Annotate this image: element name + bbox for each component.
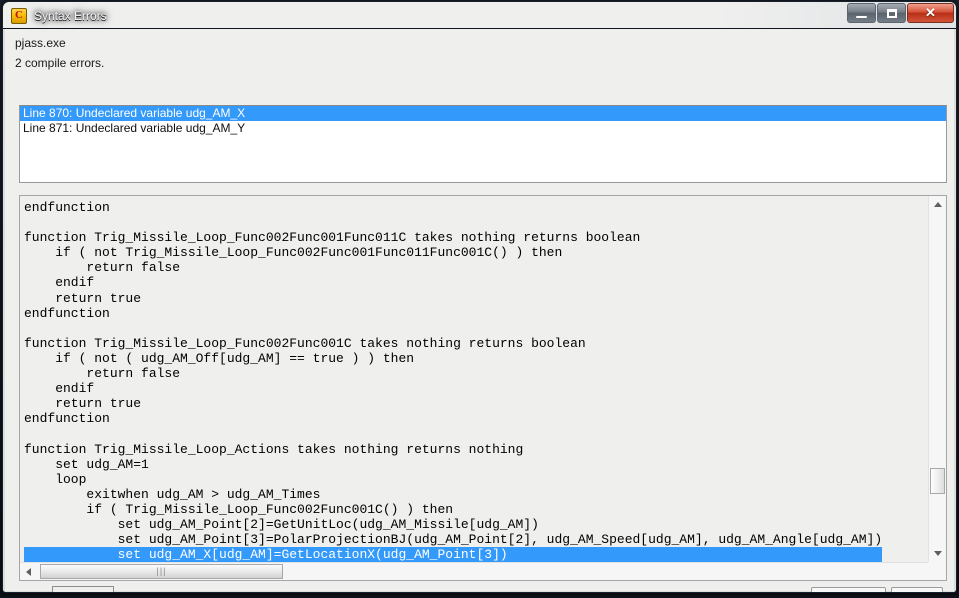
maximize-button[interactable] — [877, 3, 906, 23]
code-scroll-area[interactable]: endfunction function Trig_Missile_Loop_F… — [20, 196, 928, 562]
vertical-scrollbar-thumb[interactable] — [930, 468, 945, 494]
horizontal-scrollbar-thumb[interactable]: ||| — [40, 564, 283, 579]
dialog-client-area: pjass.exe 2 compile errors. Line 870: Un… — [3, 29, 956, 592]
code-line: return false — [24, 260, 181, 276]
code-line: return false — [24, 366, 181, 382]
compile-summary: pjass.exe 2 compile errors. — [15, 36, 104, 76]
chevron-up-icon — [933, 202, 942, 207]
close-button[interactable]: ✕ — [907, 3, 954, 23]
code-line: function Trig_Missile_Loop_Func002Func00… — [24, 230, 641, 246]
code-line: if ( not ( udg_AM_Off[udg_AM] == true ) … — [24, 350, 415, 366]
code-line: loop — [24, 471, 87, 487]
window-titlebar[interactable]: C Syntax Errors ✕ — [3, 2, 956, 29]
titlebar-left-group: C Syntax Errors — [11, 2, 107, 29]
ok-button[interactable]: Ok — [891, 587, 943, 592]
line-label: Line: — [17, 591, 43, 592]
maximize-icon — [878, 4, 905, 22]
vertical-scrollbar[interactable] — [928, 196, 946, 562]
code-line: endfunction — [24, 411, 110, 427]
window-controls: ✕ — [846, 3, 954, 23]
code-line: endif — [24, 381, 95, 397]
minimize-button[interactable] — [847, 3, 876, 23]
code-line: return true — [24, 290, 142, 306]
chevron-down-icon — [933, 551, 942, 556]
code-line: exitwhen udg_AM > udg_AM_Times — [24, 486, 321, 502]
error-list-item[interactable]: Line 871: Undeclared variable udg_AM_Y — [20, 121, 946, 136]
app-icon-letter: C — [15, 9, 23, 21]
minimize-icon — [848, 4, 875, 22]
program-name: pjass.exe — [15, 36, 66, 50]
code-line: endif — [24, 275, 95, 291]
code-view-panel: endfunction function Trig_Missile_Loop_F… — [19, 195, 947, 581]
code-line: if ( not Trig_Missile_Loop_Func002Func00… — [24, 245, 563, 261]
scroll-up-button[interactable] — [929, 196, 946, 213]
error-count-text: 2 compile errors. — [15, 56, 105, 70]
code-line: set udg_AM_Point[3]=PolarProjectionBJ(ud… — [24, 532, 883, 548]
app-icon: C — [11, 7, 27, 24]
chevron-left-icon — [26, 567, 31, 576]
code-line: function Trig_Missile_Loop_Func002Func00… — [24, 335, 586, 351]
code-line: return true — [24, 396, 142, 412]
code-line: endfunction — [24, 305, 110, 321]
line-number-input[interactable] — [52, 586, 114, 592]
code-line: set udg_AM=1 — [24, 456, 149, 472]
error-list-item[interactable]: Line 870: Undeclared variable udg_AM_X — [20, 106, 946, 121]
code-line: set udg_AM_Point[2]=GetUnitLoc(udg_AM_Mi… — [24, 516, 539, 532]
code-line: function Trig_Missile_Loop_Actions takes… — [24, 441, 524, 457]
code-text: endfunction function Trig_Missile_Loop_F… — [24, 200, 883, 562]
error-list[interactable]: Line 870: Undeclared variable udg_AM_X Li… — [19, 105, 947, 183]
window-title: Syntax Errors — [34, 8, 107, 23]
close-icon: ✕ — [925, 5, 936, 20]
code-line: if ( Trig_Missile_Loop_Func002Func001C()… — [24, 501, 454, 517]
scrollbar-corner — [928, 562, 946, 580]
syntax-errors-window: C Syntax Errors ✕ pjass.exe 2 compile er… — [2, 1, 957, 593]
scrollbar-grip-icon: ||| — [156, 566, 167, 576]
code-line: endfunction — [24, 200, 110, 215]
horizontal-scrollbar[interactable]: ||| — [20, 562, 928, 580]
code-line-highlighted: set udg_AM_X[udg_AM]=GetLocationX(udg_AM… — [24, 547, 883, 562]
about-button[interactable]: About ... — [811, 587, 886, 592]
scroll-down-button[interactable] — [929, 545, 946, 562]
scroll-left-button[interactable] — [20, 563, 37, 580]
